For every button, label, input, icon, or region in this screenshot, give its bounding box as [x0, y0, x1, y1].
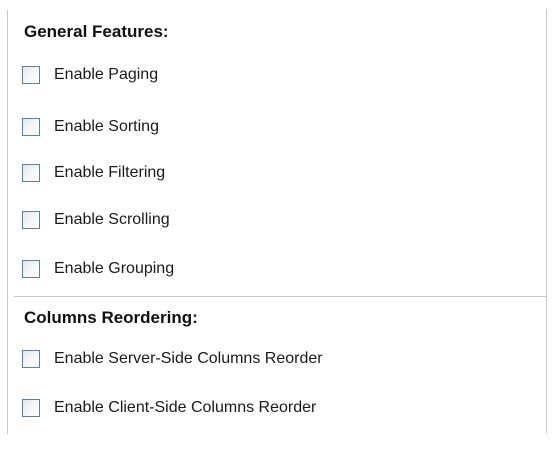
enable-client-side-reorder-label[interactable]: Enable Client-Side Columns Reorder	[54, 399, 316, 417]
enable-sorting-checkbox[interactable]	[22, 118, 40, 136]
columns-reordering-header: Columns Reordering:	[24, 308, 198, 327]
enable-server-side-reorder-label[interactable]: Enable Server-Side Columns Reorder	[54, 350, 323, 368]
option-enable-server-side-reorder[interactable]: Enable Server-Side Columns Reorder	[22, 347, 323, 371]
enable-paging-label[interactable]: Enable Paging	[54, 66, 158, 84]
enable-sorting-label[interactable]: Enable Sorting	[54, 118, 159, 136]
option-enable-scrolling[interactable]: Enable Scrolling	[22, 208, 170, 232]
settings-screenshot: General Features: Enable Paging Enable S…	[0, 0, 560, 461]
options-panel: General Features: Enable Paging Enable S…	[7, 3, 547, 441]
enable-scrolling-checkbox[interactable]	[22, 211, 40, 229]
option-enable-paging[interactable]: Enable Paging	[22, 63, 158, 87]
enable-paging-checkbox[interactable]	[22, 66, 40, 84]
option-enable-grouping[interactable]: Enable Grouping	[22, 257, 174, 281]
option-enable-sorting[interactable]: Enable Sorting	[22, 115, 159, 139]
enable-client-side-reorder-checkbox[interactable]	[22, 399, 40, 417]
enable-grouping-checkbox[interactable]	[22, 260, 40, 278]
enable-filtering-label[interactable]: Enable Filtering	[54, 164, 165, 182]
option-enable-client-side-reorder[interactable]: Enable Client-Side Columns Reorder	[22, 396, 316, 420]
enable-server-side-reorder-checkbox[interactable]	[22, 350, 40, 368]
enable-grouping-label[interactable]: Enable Grouping	[54, 260, 174, 278]
option-enable-filtering[interactable]: Enable Filtering	[22, 161, 165, 185]
section-divider	[14, 296, 546, 297]
enable-filtering-checkbox[interactable]	[22, 164, 40, 182]
general-features-header: General Features:	[24, 22, 169, 41]
enable-scrolling-label[interactable]: Enable Scrolling	[54, 211, 170, 229]
